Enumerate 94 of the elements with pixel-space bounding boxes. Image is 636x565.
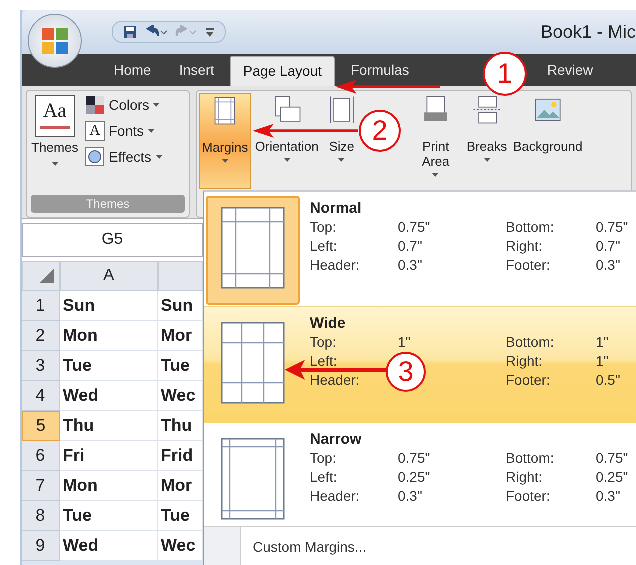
margin-value: 0.7" [398,238,424,254]
caret-icon [156,155,163,159]
option-name: Wide [310,315,347,332]
margin-value: 0.75" [596,219,630,235]
margin-value: 0.25" [596,469,630,485]
table-cell: Sun [60,291,158,321]
caret-icon [284,158,291,162]
office-logo-icon [40,26,70,56]
caret-icon [432,173,440,177]
margin-value: 0.7" [596,238,622,254]
font-icon: A [85,121,105,141]
margin-label: Header: [310,372,361,388]
row-header[interactable]: 4 [22,381,60,411]
window-title: Book1 - Mic [540,22,636,42]
table-cell: Mon [60,321,158,351]
group-label: Themes [31,195,185,213]
margin-label: Left: [310,469,338,485]
custom-margins-item[interactable]: Custom Margins... [241,539,367,555]
margin-label: Bottom: [506,219,556,235]
margin-value: 0.75" [398,219,432,235]
caret-icon [52,162,58,166]
table-cell: Mon [60,471,158,501]
theme-preview-icon: Aa [35,95,75,137]
row-header[interactable]: 6 [22,441,60,471]
margin-label: Footer: [506,372,552,388]
margin-value: 0.75" [596,450,630,466]
table-cell: Thu [60,411,158,441]
margin-label: Footer: [506,488,552,504]
row-header[interactable]: 1 [22,291,60,321]
margin-label: Right: [506,469,544,485]
page-setup-button[interactable]: Margins [199,93,252,189]
table-cell: Tue [60,501,158,531]
customize-dropdown-icon[interactable] [205,26,215,38]
margin-label: Left: [310,353,338,369]
triangle-icon [39,268,55,284]
margin-option[interactable]: Normal Top: 0.75" Bottom: 0.75" Left: 0.7" Right: 0.7" Header: 0.3" Footer: 0.3" [204,192,636,306]
name-box[interactable]: G5 [22,223,203,257]
caret-icon [222,159,229,163]
margin-value: 0.25" [398,469,432,485]
option-name: Narrow [310,431,363,448]
margin-option[interactable]: Narrow Top: 0.75" Bottom: 0.75" Left: 0.25" Right: 0.25" Header: 0.3" Footer: 0.3" [204,423,636,537]
margin-value: 0.3" [596,257,622,273]
theme-option-button[interactable]: Effects [85,147,163,167]
margin-value: 0.5" [596,372,622,388]
row-header[interactable]: 9 [22,531,60,561]
margin-label: Top: [310,450,338,466]
margin-label: Right: [506,353,544,369]
column-header[interactable]: A [60,261,158,291]
margin-label: Bottom: [506,334,556,350]
theme-option-button[interactable]: Colors [85,95,163,115]
caret-icon [153,103,160,107]
caret-icon [148,129,156,133]
themes-button[interactable]: Aa Themes [29,95,81,191]
caret-icon [484,158,491,162]
margin-label: Top: [310,219,338,235]
margin-label: Bottom: [506,450,556,466]
margin-value: 0.3" [596,488,622,504]
select-all-button[interactable] [22,261,60,291]
table-cell: Fri [60,441,158,471]
option-name: Normal [310,200,363,217]
ribbon-tab[interactable]: Page Layout [230,56,335,86]
color-palette-icon [85,95,105,115]
margin-label: Top: [310,334,338,350]
table-cell: Wed [60,531,158,561]
row-header[interactable]: 8 [22,501,60,531]
ribbon-tab[interactable]: Formulas [339,60,422,80]
page-setup-button[interactable]: Print Area [408,93,463,179]
table-cell: Tue [60,351,158,381]
undo-icon[interactable] [145,25,167,39]
margin-label: Header: [310,488,361,504]
margin-label: Footer: [506,257,552,273]
margin-value: 0.3" [398,257,424,273]
margin-label: Right: [506,238,544,254]
row-header[interactable]: 5 [22,411,60,441]
row-header[interactable]: 7 [22,471,60,501]
page-setup-button[interactable]: Breaks [464,93,510,164]
ribbon-tab[interactable]: Home [102,60,164,80]
margin-value: 0.75" [398,450,432,466]
ribbon-tab[interactable]: Review [535,60,606,80]
table-cell: Wed [60,381,158,411]
page-setup-button[interactable]: Background [511,93,585,156]
page-setup-button[interactable]: Size [322,93,361,164]
row-header[interactable]: 3 [22,351,60,381]
margin-value: 0.3" [398,488,424,504]
ribbon-tab[interactable]: Insert [167,60,226,80]
margin-label: Header: [310,257,361,273]
row-header[interactable]: 2 [22,321,60,351]
margin-value: 1" [596,334,610,350]
theme-option-button[interactable]: A Fonts [85,121,163,141]
caret-icon [338,158,346,162]
save-icon[interactable] [123,25,137,39]
margin-value: 1" [596,353,610,369]
margin-value: 1" [398,334,412,350]
margin-label: Left: [310,238,338,254]
